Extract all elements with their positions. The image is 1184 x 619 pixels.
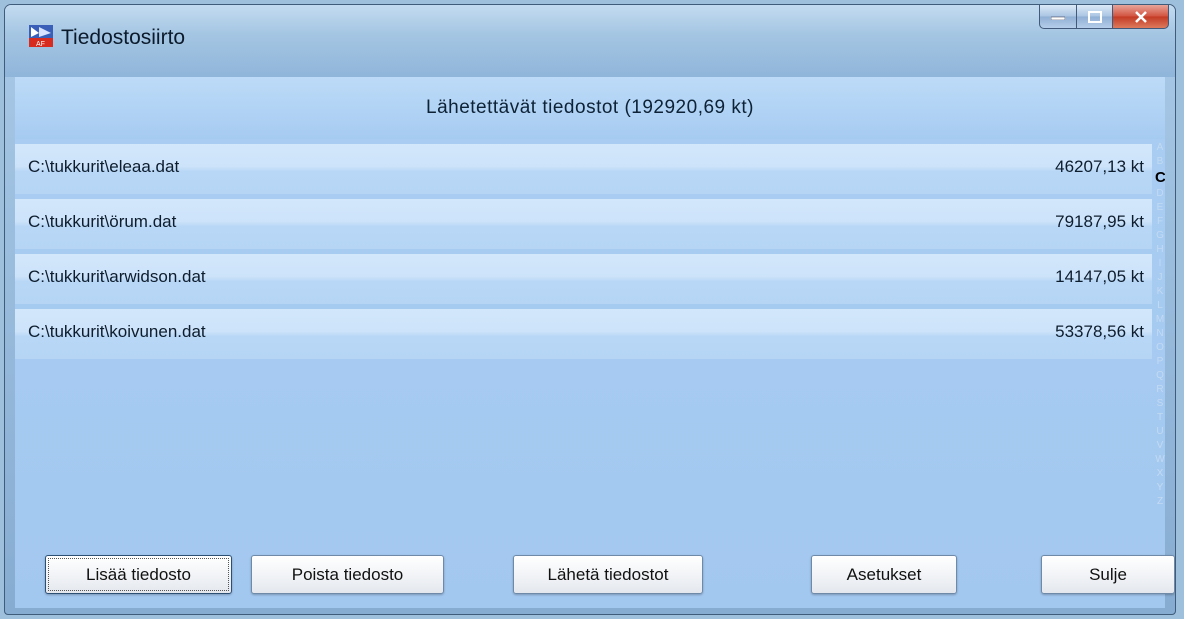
alphabet-letter[interactable]: F (1155, 215, 1165, 229)
remove-file-button[interactable]: Poista tiedosto (251, 555, 444, 594)
svg-text:AF: AF (36, 41, 45, 48)
main-window: AF Tiedostosiirto Lähetettävät tiedostot… (4, 4, 1176, 615)
file-size: 14147,05 kt (1055, 267, 1144, 286)
client-area: Lähetettävät tiedostot (192920,69 kt) C:… (15, 77, 1175, 608)
alphabet-letter[interactable]: L (1155, 299, 1165, 313)
alphabet-letter[interactable]: J (1155, 271, 1165, 285)
alphabet-letter[interactable]: A (1155, 141, 1165, 155)
settings-button[interactable]: Asetukset (811, 555, 957, 594)
alphabet-letter[interactable]: V (1155, 439, 1165, 453)
alphabet-letter[interactable]: U (1155, 425, 1165, 439)
minimize-icon (1051, 16, 1065, 20)
file-row[interactable]: C:\tukkurit\arwidson.dat 14147,05 kt (15, 254, 1152, 304)
window-title: Tiedostosiirto (61, 26, 186, 49)
file-size: 46207,13 kt (1055, 157, 1144, 176)
alphabet-letter[interactable]: Q (1155, 369, 1165, 383)
file-row[interactable]: C:\tukkurit\eleaa.dat 46207,13 kt (15, 144, 1152, 194)
close-window-button[interactable] (1113, 5, 1169, 29)
alphabet-letter[interactable]: M (1155, 313, 1165, 327)
alphabet-letter[interactable]: E (1155, 201, 1165, 215)
title-bar[interactable]: AF Tiedostosiirto (5, 5, 1175, 77)
alphabet-letter[interactable]: H (1155, 243, 1165, 257)
alphabet-letter[interactable]: P (1155, 355, 1165, 369)
minimize-button[interactable] (1039, 5, 1077, 29)
file-size: 79187,95 kt (1055, 212, 1144, 231)
alphabet-letter[interactable]: K (1155, 285, 1165, 299)
alphabet-letter[interactable]: C (1155, 169, 1165, 187)
close-button[interactable]: Sulje (1041, 555, 1175, 594)
file-list-header: Lähetettävät tiedostot (192920,69 kt) (15, 77, 1165, 139)
alphabet-letter[interactable]: O (1155, 341, 1165, 355)
alphabet-letter[interactable]: I (1155, 257, 1165, 271)
alphabet-letter[interactable]: N (1155, 327, 1165, 341)
window-controls (1039, 5, 1169, 31)
alphabet-letter[interactable]: X (1155, 467, 1165, 481)
alphabet-letter[interactable]: T (1155, 411, 1165, 425)
alphabet-letter[interactable]: R (1155, 383, 1165, 397)
alphabet-letter[interactable]: G (1155, 229, 1165, 243)
file-path: C:\tukkurit\arwidson.dat (28, 267, 206, 286)
file-path: C:\tukkurit\koivunen.dat (28, 322, 206, 341)
alphabet-letter[interactable]: B (1155, 155, 1165, 169)
alphabet-letter[interactable]: Y (1155, 481, 1165, 495)
alphabet-letter[interactable]: W (1155, 453, 1165, 467)
alphabet-letter[interactable]: Z (1155, 495, 1165, 509)
alphabet-letter[interactable]: S (1155, 397, 1165, 411)
add-file-button[interactable]: Lisää tiedosto (45, 555, 232, 594)
app-logo-icon: AF (29, 25, 53, 48)
maximize-icon (1087, 10, 1102, 23)
close-icon (1134, 10, 1147, 23)
alphabet-index[interactable]: ABCDEFGHIJKLMNOPQRSTUVWXYZ (1155, 141, 1165, 546)
send-files-button[interactable]: Lähetä tiedostot (513, 555, 703, 594)
file-path: C:\tukkurit\eleaa.dat (28, 157, 180, 176)
maximize-button[interactable] (1077, 5, 1113, 29)
file-size: 53378,56 kt (1055, 322, 1144, 341)
alphabet-letter[interactable]: D (1155, 187, 1165, 201)
file-list: C:\tukkurit\eleaa.dat 46207,13 kt C:\tuk… (15, 144, 1152, 364)
file-path: C:\tukkurit\örum.dat (28, 212, 177, 231)
file-row[interactable]: C:\tukkurit\örum.dat 79187,95 kt (15, 199, 1152, 249)
file-row[interactable]: C:\tukkurit\koivunen.dat 53378,56 kt (15, 309, 1152, 359)
